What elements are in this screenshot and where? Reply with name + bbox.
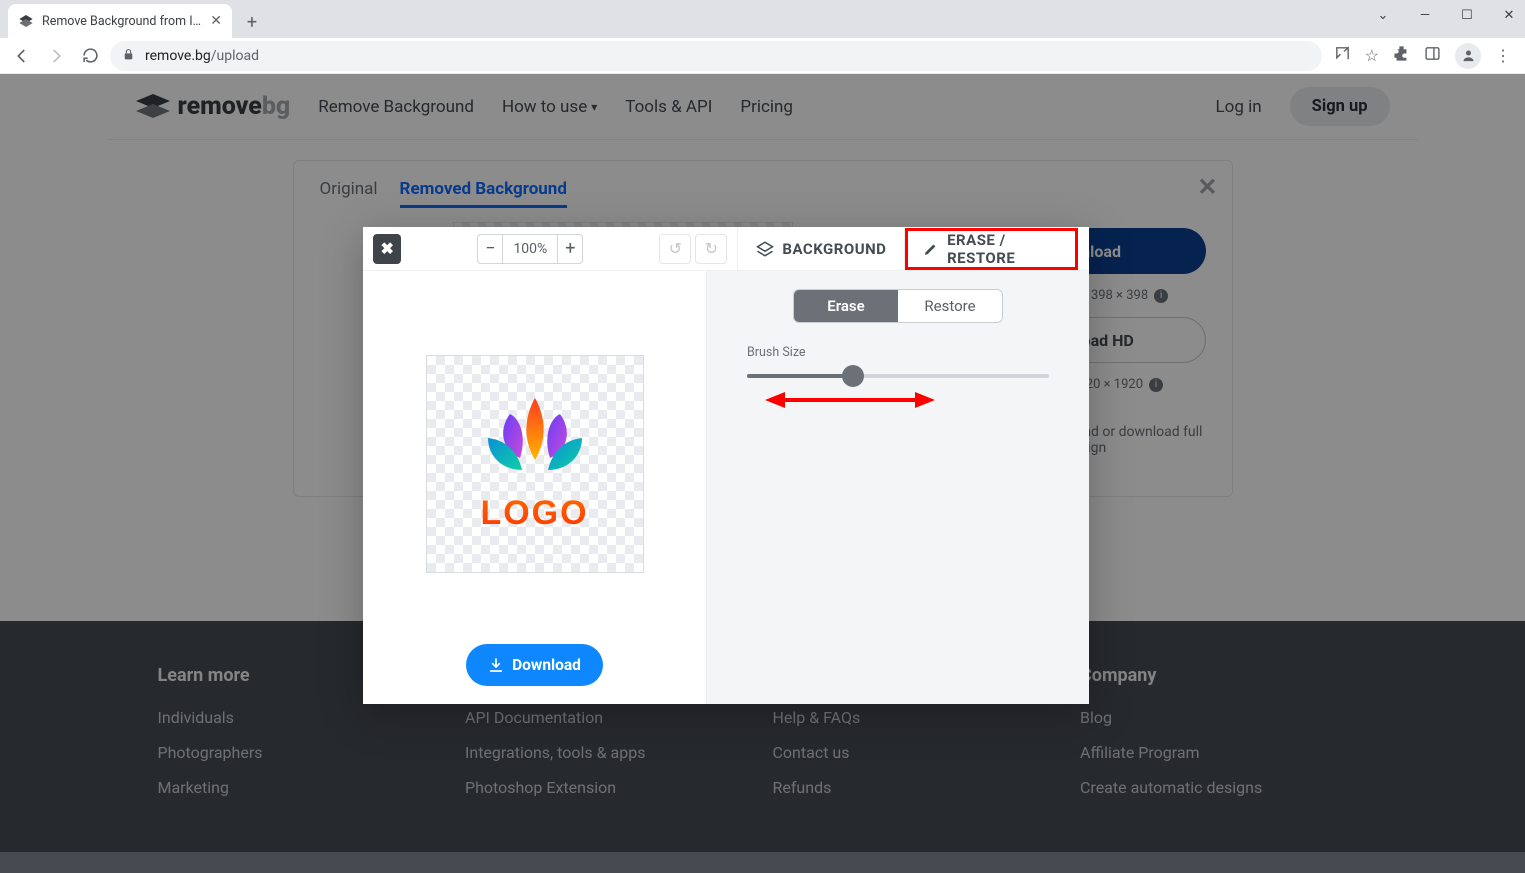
editor-close-button[interactable]: ✖	[373, 234, 401, 264]
zoom-in-button[interactable]: +	[557, 234, 583, 264]
maximize-icon[interactable]: ☐	[1455, 8, 1479, 23]
redo-button[interactable]: ↻	[695, 234, 727, 264]
window-controls: ⌄ ― ☐ ✕	[1371, 0, 1521, 30]
download-icon	[488, 657, 504, 673]
chevron-down-icon[interactable]: ⌄	[1371, 8, 1395, 23]
toggle-erase[interactable]: Erase	[794, 290, 898, 322]
slider-thumb[interactable]	[842, 365, 864, 387]
editor-mode-tabs: BACKGROUND ERASE / RESTORE	[737, 227, 1079, 271]
browser-toolbar: remove.bg/upload ☆ ⋮	[0, 38, 1525, 74]
extensions-icon[interactable]	[1393, 45, 1410, 66]
image-canvas[interactable]: LOGO	[426, 355, 644, 573]
editor-modal: ✖ − 100% + ↺ ↻ BACKGROUND ERASE / RESTOR…	[363, 227, 1089, 704]
logo-text: LOGO	[480, 494, 588, 533]
toggle-restore[interactable]: Restore	[898, 290, 1002, 322]
erase-restore-toggle: Erase Restore	[793, 289, 1003, 323]
new-tab-button[interactable]: +	[238, 8, 266, 36]
tab-close-icon[interactable]: ✕	[210, 13, 222, 29]
forward-button[interactable]	[42, 42, 70, 70]
tab-title: Remove Background from Image	[42, 14, 202, 29]
mode-background[interactable]: BACKGROUND	[737, 227, 904, 271]
url-text: remove.bg/upload	[145, 48, 259, 64]
reload-button[interactable]	[76, 42, 104, 70]
minimize-icon[interactable]: ―	[1413, 8, 1437, 23]
tab-strip: Remove Background from Image ✕ + ⌄ ― ☐ ✕	[0, 0, 1525, 38]
undo-button[interactable]: ↺	[659, 234, 691, 264]
brush-size-label: Brush Size	[747, 345, 1049, 360]
sidepanel-icon[interactable]	[1424, 45, 1441, 66]
brush-size-slider[interactable]	[747, 366, 1049, 386]
zoom-out-button[interactable]: −	[477, 234, 503, 264]
toolbar-right-icons: ☆ ⋮	[1328, 43, 1517, 69]
kebab-menu-icon[interactable]: ⋮	[1495, 46, 1511, 65]
tool-panel: Erase Restore Brush Size	[707, 271, 1089, 704]
close-window-icon[interactable]: ✕	[1497, 8, 1521, 23]
brush-icon	[923, 240, 939, 258]
editor-download-button[interactable]: Download	[466, 644, 603, 686]
browser-chrome: Remove Background from Image ✕ + ⌄ ― ☐ ✕…	[0, 0, 1525, 74]
annotation-arrow	[765, 385, 935, 415]
mode-erase-restore[interactable]: ERASE / RESTORE	[904, 227, 1079, 271]
share-icon[interactable]	[1334, 45, 1351, 66]
address-bar[interactable]: remove.bg/upload	[110, 41, 1322, 71]
tab-favicon	[18, 13, 34, 29]
zoom-value: 100%	[503, 234, 557, 264]
editor-toolbar: ✖ − 100% + ↺ ↻ BACKGROUND ERASE / RESTOR…	[363, 227, 1089, 271]
back-button[interactable]	[8, 42, 36, 70]
undo-redo-group: ↺ ↻	[659, 234, 727, 264]
zoom-controls: − 100% +	[477, 234, 583, 264]
canvas-panel: LOGO Download	[363, 271, 707, 704]
layers-icon	[756, 240, 774, 258]
profile-avatar[interactable]	[1455, 43, 1481, 69]
star-icon[interactable]: ☆	[1365, 46, 1379, 65]
lock-icon	[122, 48, 135, 64]
browser-tab[interactable]: Remove Background from Image ✕	[8, 4, 232, 38]
lotus-logo-graphic	[460, 396, 610, 488]
